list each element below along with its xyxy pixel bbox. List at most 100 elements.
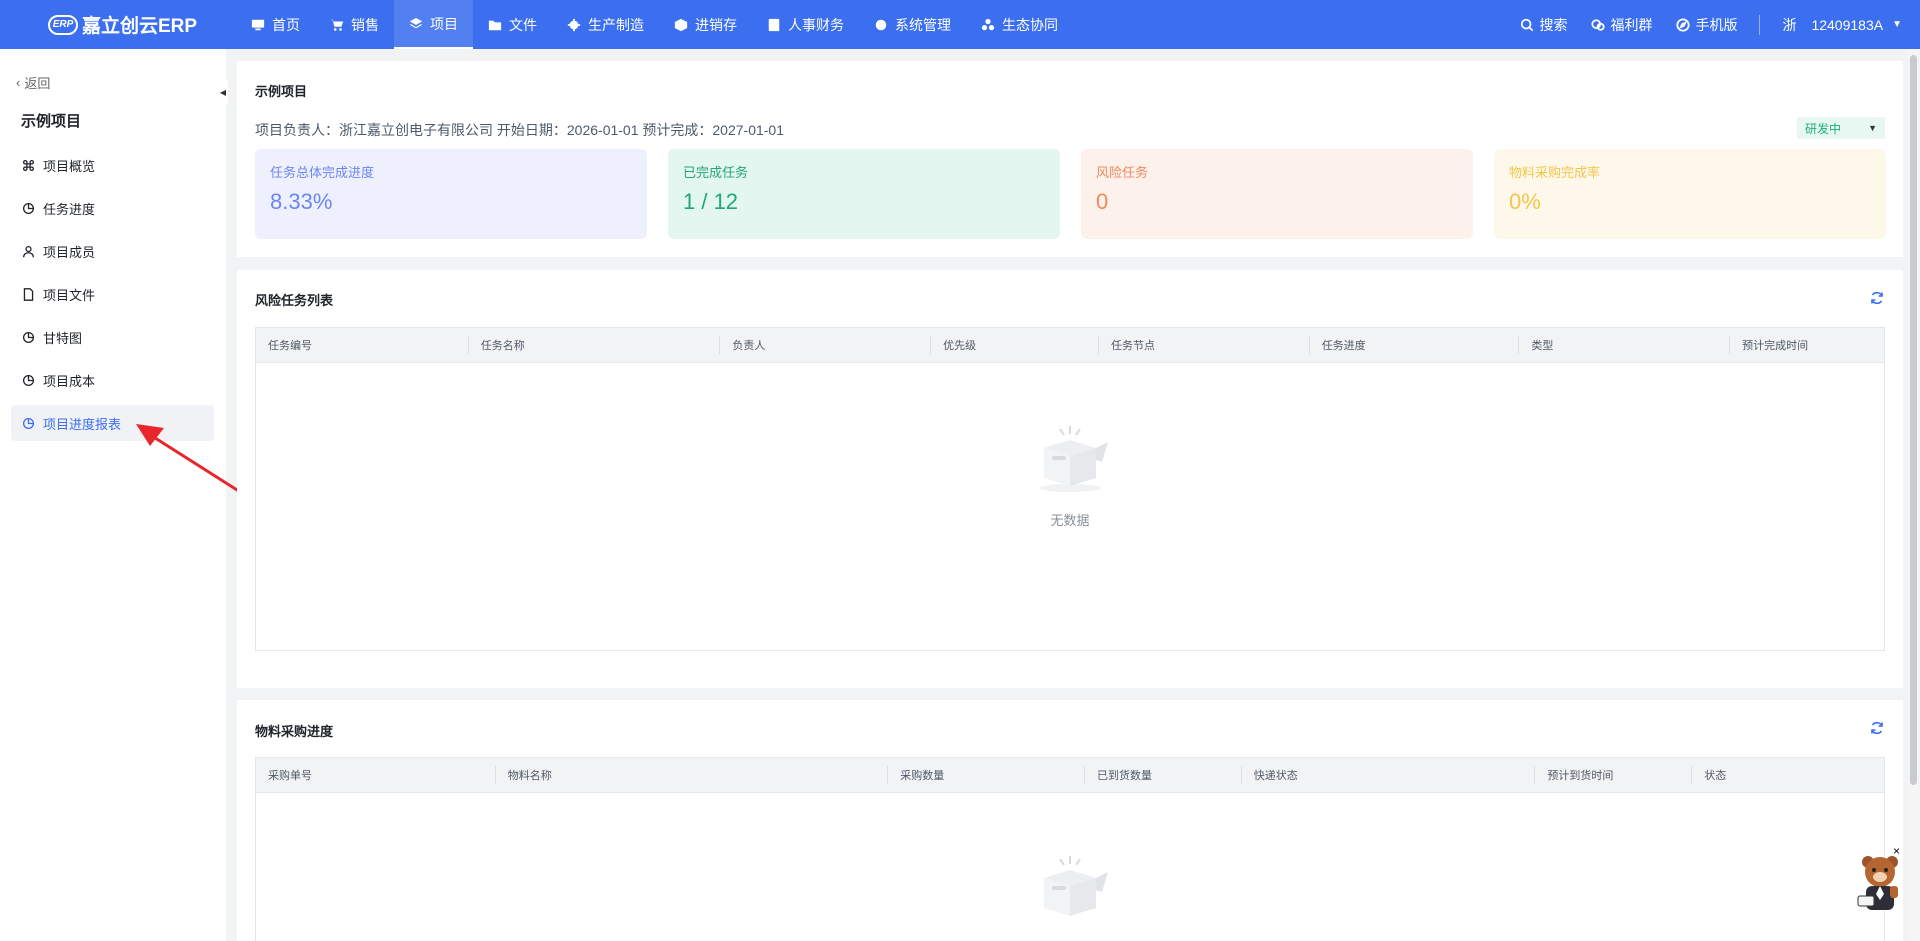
search-icon [1521, 18, 1534, 31]
page-scrollbar[interactable] [1908, 49, 1920, 941]
risk-refresh-button[interactable] [1869, 290, 1885, 306]
nav-label: 系统管理 [895, 16, 951, 33]
nav-item-2[interactable]: 项目 [394, 0, 473, 49]
box-icon [674, 18, 688, 32]
top-navbar: ERP 嘉立创云ERP 首页 销售 项目 文件 生产制造 进销存 人事财务 系统管理 生态协同 … [0, 0, 1920, 49]
risk-empty-state: 无数据 [256, 420, 1884, 529]
column-header[interactable]: 预计到货时间 [1534, 766, 1691, 784]
folder-icon [488, 18, 502, 32]
column-header[interactable]: 物料名称 [494, 766, 888, 784]
sidebar-item-6[interactable]: 项目进度报表 [11, 405, 214, 441]
column-header[interactable]: 采购单号 [256, 766, 495, 784]
gear-icon [567, 18, 581, 32]
pie-icon [22, 202, 35, 215]
nav-item-3[interactable]: 文件 [473, 0, 552, 49]
stat-label: 风险任务 [1096, 165, 1149, 180]
brand-logo[interactable]: ERP 嘉立创云ERP [0, 11, 236, 38]
search-label: 搜索 [1539, 16, 1568, 33]
column-header[interactable]: 优先级 [930, 336, 1098, 354]
purchase-refresh-button[interactable] [1869, 720, 1885, 736]
purchase-progress-card: 物料采购进度 采购单号 物料名称 采购数量 已到货数量 快递状态 预计到货时间 状态 [237, 700, 1903, 941]
sidebar-menu: 项目概览任务进度项目成员项目文件甘特图项目成本项目进度报表 [11, 147, 214, 448]
nav-item-1[interactable]: 销售 [315, 0, 394, 49]
sidebar-item-label: 项目概览 [43, 158, 96, 174]
project-sidebar: ‹ 返回 示例项目 项目概览 任务进度 项目成员 项目文件 甘特图 项目成本 项目进度报表 [0, 49, 226, 941]
mobile-version-label: 手机版 [1695, 16, 1738, 33]
bear-mascot-widget[interactable] [1852, 848, 1908, 918]
project-status-select[interactable]: 研发中 ▼ [1797, 117, 1885, 139]
column-header[interactable]: 快递状态 [1240, 766, 1535, 784]
pie-icon [22, 331, 35, 344]
refresh-icon [1871, 721, 1883, 735]
scrollbar-thumb[interactable] [1910, 55, 1917, 785]
pie-icon [22, 417, 35, 430]
close-icon[interactable]: × [1893, 844, 1900, 858]
sidebar-item-label: 项目成本 [43, 373, 96, 389]
column-header[interactable]: 任务编号 [256, 336, 468, 354]
stat-value: 8.33% [270, 189, 333, 214]
column-header[interactable]: 任务进度 [1308, 336, 1519, 354]
search-button[interactable]: 搜索 [1508, 15, 1579, 35]
region-label: 浙 [1782, 16, 1797, 33]
column-header[interactable]: 负责人 [719, 336, 930, 354]
collapse-sidebar-button[interactable]: ◀ [218, 80, 228, 104]
stat-label: 已完成任务 [683, 165, 749, 180]
account-menu[interactable]: 浙 12409183A ▼ [1770, 15, 1920, 35]
settings-icon [874, 18, 888, 32]
column-header[interactable]: 已到货数量 [1083, 766, 1241, 784]
column-header[interactable]: 任务节点 [1097, 336, 1309, 354]
nav-label: 项目 [430, 15, 458, 32]
column-header[interactable]: 预计完成时间 [1729, 336, 1884, 354]
risk-task-table: 任务编号 任务名称 负责人 优先级 任务节点 任务进度 类型 预计完成时间 无数据 [255, 327, 1885, 651]
nav-item-0[interactable]: 首页 [236, 0, 315, 49]
sidebar-item-3[interactable]: 项目文件 [11, 276, 214, 312]
project-summary-card: 示例项目 项目负责人：浙江嘉立创电子有限公司 开始日期：2026-01-01 预… [237, 61, 1903, 257]
chevron-down-icon: ▼ [1892, 19, 1902, 30]
empty-box-icon [1044, 856, 1108, 916]
purchase-table-header: 采购单号 物料名称 采购数量 已到货数量 快递状态 预计到货时间 状态 [256, 758, 1884, 793]
nav-item-7[interactable]: 系统管理 [859, 0, 966, 49]
summary-title: 示例项目 [255, 84, 308, 99]
empty-box-icon [1040, 426, 1108, 492]
sidebar-item-2[interactable]: 项目成员 [11, 233, 214, 269]
project-info-line: 项目负责人：浙江嘉立创电子有限公司 开始日期：2026-01-01 预计完成：2… [255, 122, 785, 138]
stat-value: 0 [1096, 189, 1109, 214]
nav-item-8[interactable]: 生态协同 [966, 0, 1073, 49]
toolbar-divider [1759, 14, 1761, 35]
stat-value: 1 / 12 [683, 189, 739, 214]
top-right-tools: 搜索 福利群 手机版 浙 12409183A ▼ [1508, 0, 1920, 49]
sidebar-item-label: 项目文件 [43, 287, 96, 303]
risk-task-card: 风险任务列表 任务编号 任务名称 负责人 优先级 任务节点 任务进度 类型 预计完成时间 无数 [237, 270, 1903, 688]
nav-item-6[interactable]: 人事财务 [752, 0, 859, 49]
purchase-table-title: 物料采购进度 [255, 724, 334, 739]
mobile-version-button[interactable]: 手机版 [1664, 15, 1749, 35]
column-header[interactable]: 任务名称 [467, 336, 720, 354]
column-header[interactable]: 类型 [1518, 336, 1729, 354]
file-icon [22, 287, 35, 301]
sidebar-item-label: 项目成员 [43, 244, 96, 260]
back-link[interactable]: ‹ 返回 [16, 73, 50, 92]
purchase-empty-state [256, 850, 1884, 926]
nav-label: 生态协同 [1002, 16, 1058, 33]
sidebar-item-1[interactable]: 任务进度 [11, 190, 214, 226]
welfare-group-button[interactable]: 福利群 [1579, 15, 1664, 35]
stat-card-3: 物料采购完成率 0% [1494, 149, 1886, 239]
layers-icon [409, 17, 423, 31]
nav-label: 首页 [272, 16, 300, 33]
chat-group-icon [1591, 18, 1606, 31]
sidebar-item-5[interactable]: 项目成本 [11, 362, 214, 398]
nav-item-4[interactable]: 生产制造 [552, 0, 659, 49]
sidebar-item-label: 任务进度 [43, 201, 96, 217]
welfare-group-label: 福利群 [1610, 16, 1653, 33]
column-header[interactable]: 状态 [1691, 766, 1884, 784]
column-header[interactable]: 采购数量 [887, 766, 1084, 784]
nav-label: 进销存 [695, 16, 737, 33]
nav-label: 生产制造 [588, 16, 644, 33]
sidebar-item-0[interactable]: 项目概览 [11, 147, 214, 183]
nav-item-5[interactable]: 进销存 [659, 0, 752, 49]
sidebar-item-4[interactable]: 甘特图 [11, 319, 214, 355]
back-label: 返回 [24, 76, 51, 91]
compass-icon [1676, 17, 1691, 32]
cart-icon [330, 18, 344, 32]
status-value: 研发中 [1805, 121, 1842, 136]
